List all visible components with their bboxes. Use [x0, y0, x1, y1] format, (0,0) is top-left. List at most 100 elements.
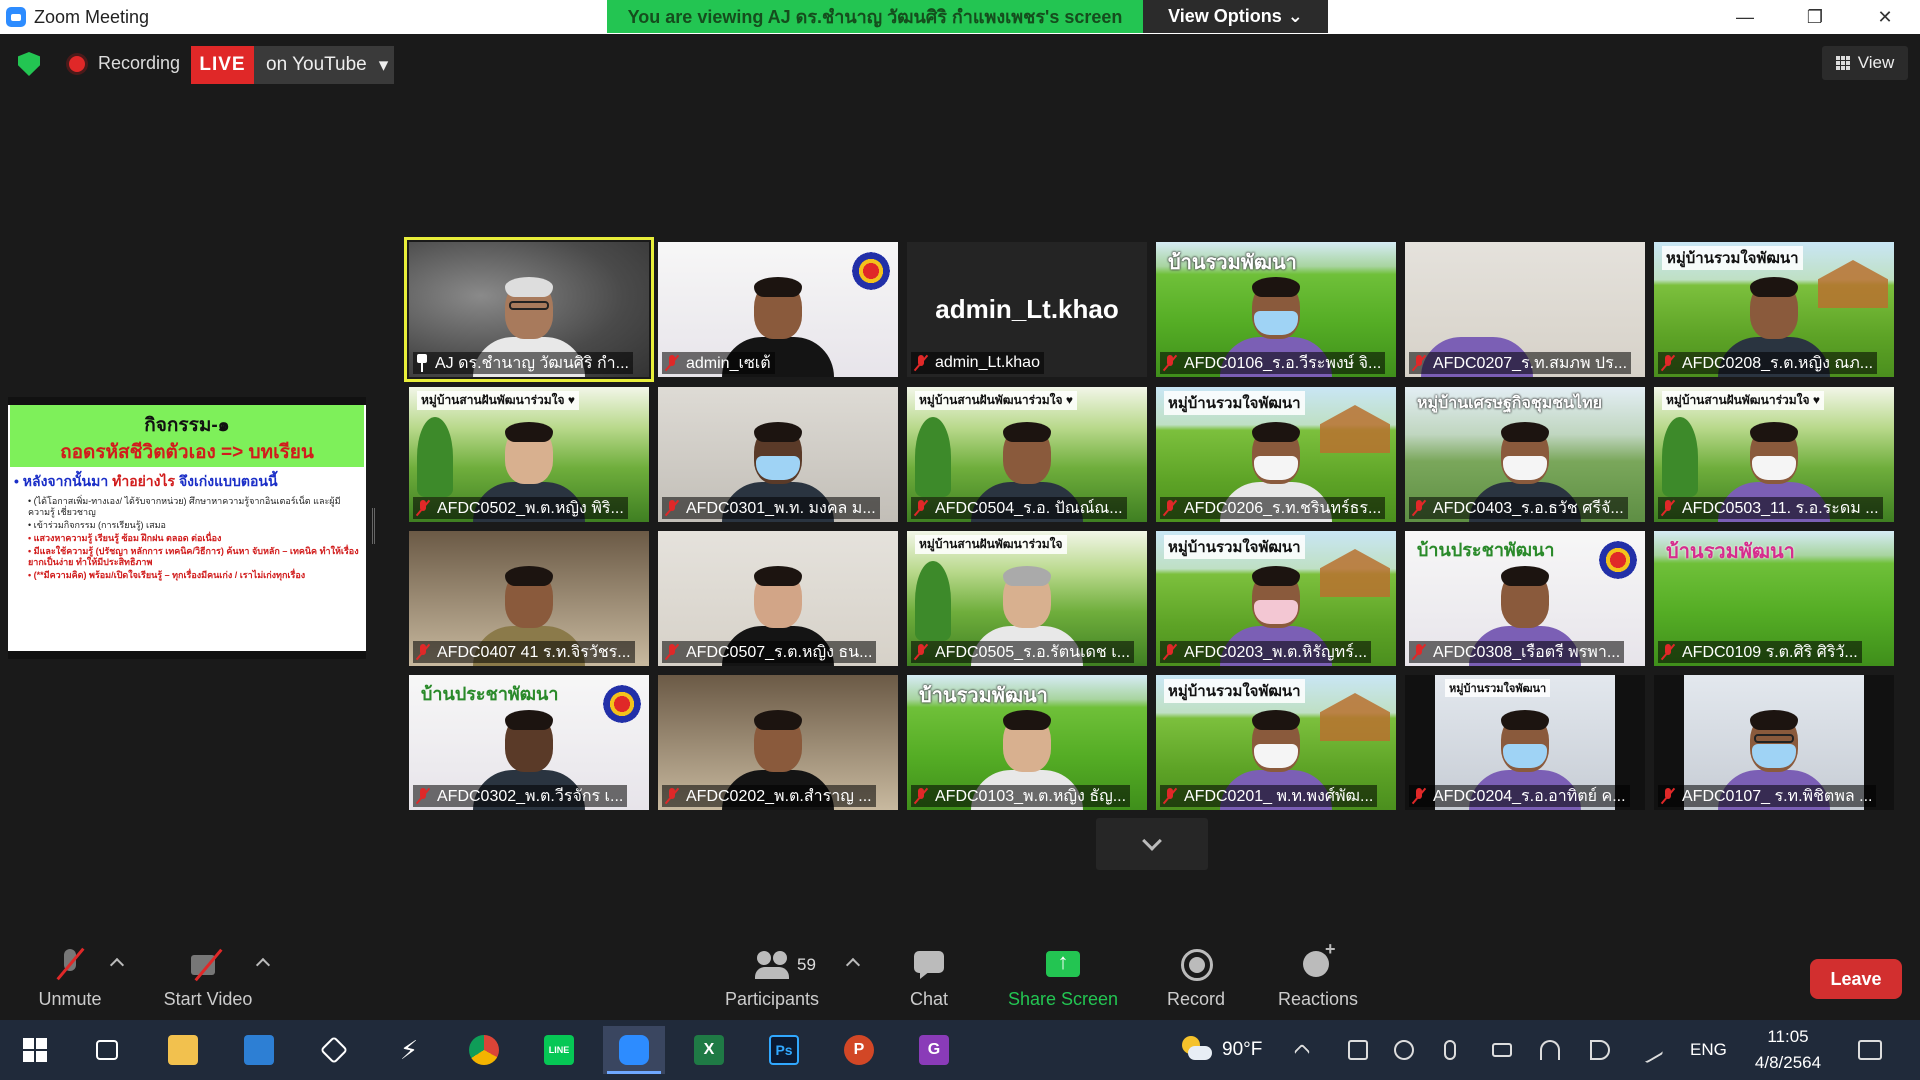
participant-name: AJ ดร.ชำนาญ วัฒนศิริ กำ...	[435, 354, 629, 372]
video-tile-active-speaker[interactable]: AJ ดร.ชำนาญ วัฒนศิริ กำ...	[404, 237, 654, 382]
photoshop-button[interactable]: Ps	[753, 1026, 815, 1074]
record-button[interactable]: Record	[1158, 936, 1234, 1020]
close-button[interactable]: ✕	[1850, 0, 1920, 34]
restore-button[interactable]: ❐	[1780, 0, 1850, 34]
video-tile[interactable]: หมู่บ้านสานฝันพัฒนาร่วมใจ ♥ AFDC0504_ร.อ…	[907, 387, 1147, 522]
line-button[interactable]: LINE	[528, 1026, 590, 1074]
mic-off-icon	[415, 643, 431, 661]
minimize-button[interactable]: —	[1710, 0, 1780, 34]
video-tile[interactable]: บ้านรวมพัฒนา AFDC0106_ร.อ.วีระพงษ์ จิ...	[1156, 242, 1396, 377]
participant-name: AFDC0505_ร.อ.รัตนเดช เ...	[935, 643, 1131, 661]
slide-body: • หลังจากนั้นมา ทำอย่างไร จึงเก่งแบบตอนน…	[14, 471, 360, 583]
dropbox-button[interactable]	[303, 1026, 365, 1074]
video-tile[interactable]: หมู่บ้านรวมใจพัฒนา AFDC0206_ร.ท.ชรินทร์ธ…	[1156, 387, 1396, 522]
video-tile[interactable]: บ้านรวมพัฒนา AFDC0103_พ.ต.หญิง ธัญ...	[907, 675, 1147, 810]
video-tile[interactable]: หมู่บ้านรวมใจพัฒนา AFDC0204_ร.อ.อาทิตย์ …	[1405, 675, 1645, 810]
slide-bullet: • เข้าร่วมกิจกรรม (การเรียนรู้) เสมอ	[28, 520, 166, 530]
video-tile[interactable]: admin_เซเต้	[658, 242, 898, 377]
video-tile[interactable]: AFDC0507_ร.ต.หญิง ธน...	[658, 531, 898, 666]
excel-button[interactable]: X	[678, 1026, 740, 1074]
wifi-icon[interactable]	[1540, 1040, 1560, 1060]
file-explorer-button[interactable]	[152, 1026, 214, 1074]
lightning-icon: ⚡	[399, 1034, 419, 1065]
video-tile[interactable]: AFDC0207_ร.ท.สมภพ ปร...	[1405, 242, 1645, 377]
video-tile[interactable]: หมู่บ้านสานฝันพัฒนาร่วมใจ ♥ AFDC0502_พ.ต…	[409, 387, 649, 522]
recording-label[interactable]: Recording	[98, 53, 180, 74]
record-icon	[1179, 947, 1213, 981]
virtual-background-text: หมู่บ้านรวมใจพัฒนา	[1445, 679, 1551, 697]
live-stream-dropdown[interactable]: on YouTube ▾	[254, 46, 394, 84]
video-tile[interactable]: บ้านประชาพัฒนา AFDC0308_เรือตรี พรพา...	[1405, 531, 1645, 666]
encryption-shield-icon[interactable]	[18, 52, 40, 76]
splitter-handle[interactable]	[372, 508, 375, 544]
pin-icon	[415, 354, 429, 372]
volume-icon[interactable]	[1590, 1040, 1610, 1060]
mic-off-icon	[1411, 643, 1427, 661]
powerpoint-button[interactable]: P	[828, 1026, 890, 1074]
zoom-meeting-window: Zoom Meeting — ❐ ✕ You are viewing AJ ดร…	[0, 0, 1920, 1080]
dropbox-icon	[319, 1035, 349, 1065]
windows-logo-icon	[23, 1038, 47, 1062]
mic-off-icon	[913, 643, 929, 661]
language-indicator[interactable]: ENG	[1690, 1020, 1727, 1080]
participant-name-bar: AJ ดร.ชำนาญ วัฒนศิริ กำ...	[413, 352, 633, 374]
video-tile[interactable]: หมู่บ้านสานฝันพัฒนาร่วมใจ AFDC0505_ร.อ.ร…	[907, 531, 1147, 666]
virtual-background-text: หมู่บ้านรวมใจพัฒนา	[1164, 391, 1305, 415]
chrome-icon	[469, 1035, 499, 1065]
video-tile[interactable]: AFDC0407 41 ร.ท.จิรวัชร...	[409, 531, 649, 666]
notifications-icon[interactable]	[1858, 1040, 1882, 1060]
participant-name-bar: AFDC0207_ร.ท.สมภพ ปร...	[1409, 352, 1632, 374]
video-tile[interactable]: หมู่บ้านรวมใจพัฒนา AFDC0201_ พ.ท.พงศ์พัฒ…	[1156, 675, 1396, 810]
battery-icon[interactable]	[1492, 1043, 1512, 1057]
participant-name-bar: AFDC0202_พ.ต.สำราญ ...	[662, 785, 876, 807]
next-page-button[interactable]	[1096, 818, 1208, 870]
video-tile[interactable]: AFDC0202_พ.ต.สำราญ ...	[658, 675, 898, 810]
taskbar-clock[interactable]: 11:05 4/8/2564	[1740, 1024, 1836, 1076]
pdf-app-button[interactable]: G	[903, 1026, 965, 1074]
video-tile[interactable]: หมู่บ้านรวมใจพัฒนา AFDC0208_ร.ต.หญิง ณภ.…	[1654, 242, 1894, 377]
slide-main-emphasis: ทำอย่างไร	[112, 473, 176, 489]
leave-button[interactable]: Leave	[1810, 959, 1902, 999]
view-label: View	[1857, 53, 1895, 72]
view-options-button[interactable]: View Options ⌄	[1143, 0, 1328, 33]
task-view-button[interactable]	[76, 1026, 138, 1074]
start-video-button[interactable]: Start Video	[150, 936, 266, 1020]
temperature[interactable]: 90°F	[1222, 1020, 1262, 1080]
microphone-icon[interactable]	[1444, 1040, 1456, 1060]
participant-name: AFDC0201_ พ.ท.พงศ์พัฒ...	[1184, 787, 1374, 805]
virtual-background-text: หมู่บ้านรวมใจพัฒนา	[1662, 246, 1803, 270]
participant-name-bar: AFDC0203_พ.ต.หิรัญทร์...	[1160, 641, 1372, 663]
participant-name-bar: admin_เซเต้	[662, 352, 775, 374]
view-button[interactable]: View	[1822, 46, 1908, 80]
weather-icon[interactable]	[1182, 1036, 1212, 1062]
share-screen-button[interactable]: Share Screen	[1004, 936, 1122, 1020]
reactions-button[interactable]: Reactions	[1272, 936, 1364, 1020]
live-stream-label: on YouTube	[266, 54, 367, 75]
participants-button[interactable]: Participants	[712, 936, 832, 1020]
video-tile[interactable]: บ้านประชาพัฒนา AFDC0302_พ.ต.วีรจักร เ...	[409, 675, 649, 810]
video-tile[interactable]: บ้านรวมพัฒนา AFDC0109 ร.ต.ศิริ ศิริวั...	[1654, 531, 1894, 666]
video-tile[interactable]: หมู่บ้านสานฝันพัฒนาร่วมใจ ♥ AFDC0503_11.…	[1654, 387, 1894, 522]
video-tile[interactable]: หมู่บ้านรวมใจพัฒนา AFDC0203_พ.ต.หิรัญทร์…	[1156, 531, 1396, 666]
mic-off-icon	[913, 787, 929, 805]
chat-button[interactable]: Chat	[894, 936, 964, 1020]
mail-button[interactable]	[228, 1026, 290, 1074]
grid-icon	[1835, 56, 1850, 70]
video-tile[interactable]: หมู่บ้านเศรษฐกิจชุมชนไทย AFDC0403_ร.อ.ธว…	[1405, 387, 1645, 522]
unmute-button[interactable]: Unmute	[20, 936, 120, 1020]
video-tile[interactable]: AFDC0107_ ร.ท.พิชิตพล ...	[1654, 675, 1894, 810]
video-tile[interactable]: AFDC0301_พ.ท. มงคล ม...	[658, 387, 898, 522]
chrome-button[interactable]	[453, 1026, 515, 1074]
participant-name: AFDC0403_ร.อ.ธวัช ศรีจั...	[1433, 499, 1624, 517]
lightning-app-button[interactable]: ⚡	[378, 1026, 440, 1074]
device-icon[interactable]	[1348, 1040, 1368, 1060]
participant-name-bar: AFDC0503_11. ร.อ.ระดม ...	[1658, 497, 1883, 519]
mic-off-icon	[1162, 499, 1178, 517]
zoom-taskbar-button[interactable]	[603, 1026, 665, 1074]
zoom-icon	[619, 1035, 649, 1065]
onedrive-icon[interactable]	[1394, 1040, 1414, 1060]
shared-screen[interactable]: กิจกรรม-๑ ถอดรหัสชีวิตตัวเอง => บทเรียน …	[8, 397, 366, 659]
virtual-background-text: หมู่บ้านสานฝันพัฒนาร่วมใจ ♥	[417, 391, 580, 410]
start-button[interactable]	[4, 1026, 66, 1074]
video-tile[interactable]: admin_Lt.khao admin_Lt.khao	[907, 242, 1147, 377]
